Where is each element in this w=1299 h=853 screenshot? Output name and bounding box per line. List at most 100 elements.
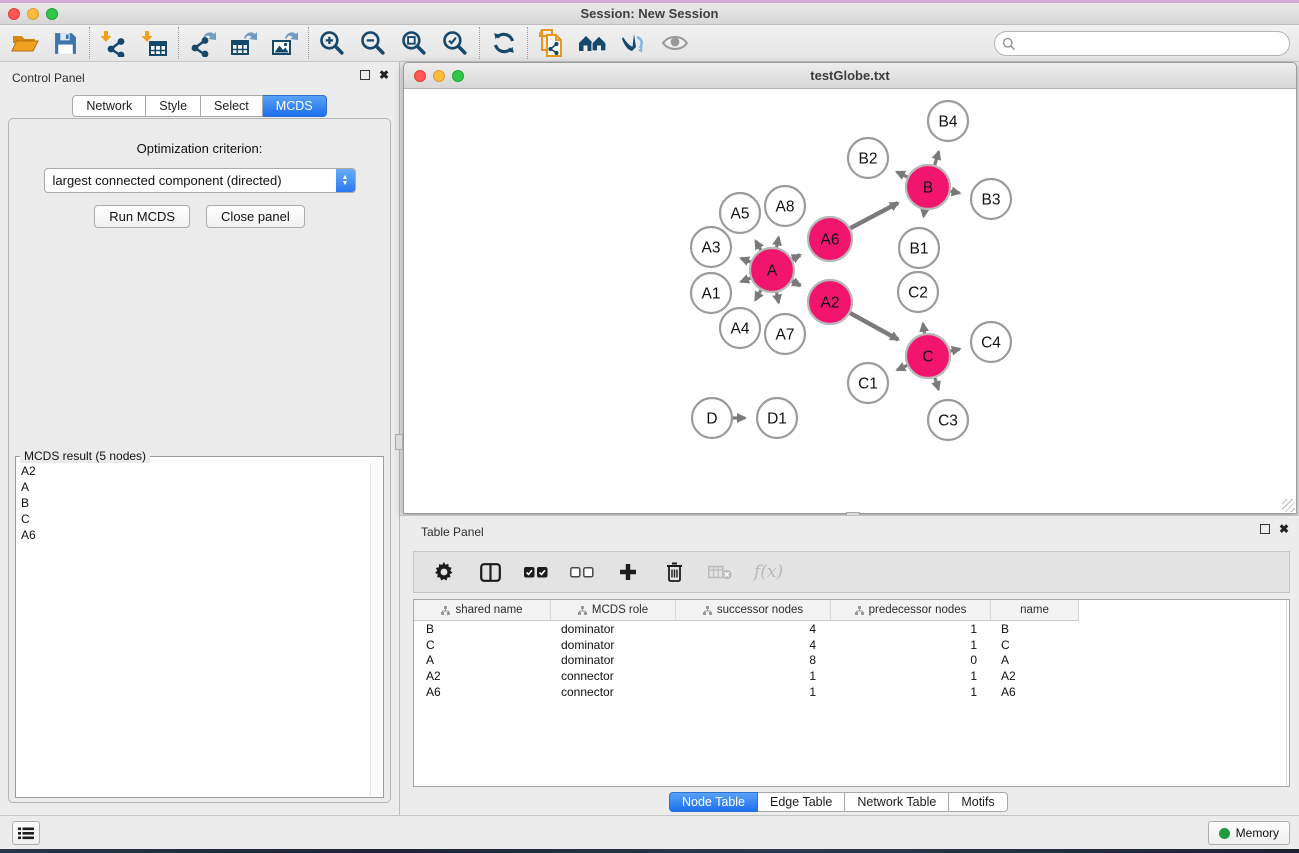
- graph-node-A4[interactable]: A4: [720, 308, 760, 348]
- zoom-selected-button[interactable]: [435, 26, 476, 60]
- duplicate-network-button[interactable]: [531, 26, 572, 60]
- graph-edge[interactable]: [777, 237, 779, 247]
- graph-edge[interactable]: [923, 324, 925, 334]
- mcds-result-item[interactable]: B: [17, 495, 369, 511]
- graph-node-B2[interactable]: B2: [848, 138, 888, 178]
- show-tasks-button[interactable]: [12, 821, 40, 845]
- column-header[interactable]: shared name: [414, 600, 551, 621]
- graph-node-D[interactable]: D: [692, 398, 732, 438]
- table-scrollbar[interactable]: [1286, 600, 1289, 786]
- refresh-button[interactable]: [483, 26, 524, 60]
- tab-motifs[interactable]: Motifs: [949, 792, 1007, 812]
- run-mcds-button[interactable]: Run MCDS: [94, 205, 190, 228]
- column-header[interactable]: name: [991, 600, 1079, 621]
- tab-mcds[interactable]: MCDS: [263, 95, 327, 117]
- select-all-button[interactable]: [524, 559, 548, 585]
- resize-grip-icon[interactable]: [1282, 499, 1295, 512]
- graph-edge[interactable]: [850, 313, 898, 339]
- show-hide-panels-button[interactable]: [613, 26, 654, 60]
- table-row[interactable]: Bdominator41B: [414, 621, 1289, 637]
- graph-node-A7[interactable]: A7: [765, 314, 805, 354]
- optimization-criterion-select[interactable]: largest connected component (directed) ▲…: [44, 168, 356, 193]
- graph-node-A8[interactable]: A8: [765, 186, 805, 226]
- tab-network-table[interactable]: Network Table: [845, 792, 949, 812]
- graph-node-C2[interactable]: C2: [898, 272, 938, 312]
- graph-node-B3[interactable]: B3: [971, 179, 1011, 219]
- zoom-in-button[interactable]: [312, 26, 353, 60]
- graph-node-B[interactable]: B: [906, 165, 950, 209]
- close-panel-button[interactable]: Close panel: [206, 205, 305, 228]
- graph-edge[interactable]: [741, 278, 751, 282]
- show-column-button[interactable]: [478, 559, 502, 585]
- unselect-all-button[interactable]: [570, 559, 594, 585]
- column-header[interactable]: successor nodes: [676, 600, 831, 621]
- eye-button[interactable]: [654, 26, 695, 60]
- tab-edge-table[interactable]: Edge Table: [758, 792, 845, 812]
- graph-node-B4[interactable]: B4: [928, 101, 968, 141]
- graph-edge[interactable]: [755, 290, 760, 300]
- graph-edge[interactable]: [897, 365, 907, 369]
- export-image-button[interactable]: [264, 26, 305, 60]
- float-table-panel-icon[interactable]: [1260, 524, 1270, 534]
- import-network-button[interactable]: [93, 26, 134, 60]
- graph-node-C3[interactable]: C3: [928, 400, 968, 440]
- graph-node-A2[interactable]: A2: [808, 280, 852, 324]
- graph-edge[interactable]: [950, 349, 959, 351]
- graph-edge[interactable]: [935, 152, 939, 165]
- graph-edge[interactable]: [924, 210, 925, 217]
- vertical-splitter-handle[interactable]: [395, 434, 403, 450]
- open-session-button[interactable]: [4, 26, 45, 60]
- graph-edge[interactable]: [850, 203, 898, 228]
- save-session-button[interactable]: [45, 26, 86, 60]
- table-row[interactable]: Cdominator41C: [414, 637, 1289, 653]
- tab-network[interactable]: Network: [72, 95, 146, 117]
- graph-edge[interactable]: [756, 241, 761, 250]
- graph-node-A5[interactable]: A5: [720, 193, 760, 233]
- float-panel-icon[interactable]: [360, 70, 370, 80]
- delete-column-button[interactable]: [662, 559, 686, 585]
- column-header[interactable]: MCDS role: [551, 600, 676, 621]
- export-network-button[interactable]: [182, 26, 223, 60]
- mcds-result-item[interactable]: A: [17, 479, 369, 495]
- delete-table-button[interactable]: [708, 559, 732, 585]
- tab-select[interactable]: Select: [201, 95, 263, 117]
- tab-style[interactable]: Style: [146, 95, 201, 117]
- memory-button[interactable]: Memory: [1208, 821, 1290, 845]
- graph-node-A6[interactable]: A6: [808, 217, 852, 261]
- graph-node-A[interactable]: A: [750, 248, 794, 292]
- graph-edge[interactable]: [935, 378, 939, 390]
- close-table-panel-icon[interactable]: ✖: [1279, 524, 1289, 534]
- zoom-fit-button[interactable]: [394, 26, 435, 60]
- mcds-result-item[interactable]: A2: [17, 463, 369, 479]
- close-panel-icon[interactable]: ✖: [379, 70, 389, 80]
- graph-node-C[interactable]: C: [906, 334, 950, 378]
- add-column-button[interactable]: [616, 559, 640, 585]
- graph-edge[interactable]: [792, 255, 800, 259]
- tab-node-table[interactable]: Node Table: [669, 792, 758, 812]
- graph-edge[interactable]: [792, 281, 800, 285]
- table-row[interactable]: A6connector11A6: [414, 684, 1289, 700]
- search-field[interactable]: [994, 31, 1290, 56]
- graph-node-C1[interactable]: C1: [848, 363, 888, 403]
- graph-node-D1[interactable]: D1: [757, 398, 797, 438]
- mcds-result-scrollbar[interactable]: [370, 463, 383, 796]
- graph-edge[interactable]: [777, 293, 779, 303]
- first-neighbors-button[interactable]: [572, 26, 613, 60]
- graph-node-A1[interactable]: A1: [691, 273, 731, 313]
- graph-node-A3[interactable]: A3: [691, 227, 731, 267]
- import-table-button[interactable]: [134, 26, 175, 60]
- graph-edge[interactable]: [741, 258, 751, 262]
- graph-edge[interactable]: [897, 172, 907, 177]
- network-graph[interactable]: B4B2BB3A8A5A6A3B1AA1C2A2A4A7C4CC1C3DD1: [404, 89, 1296, 513]
- mcds-result-item[interactable]: C: [17, 511, 369, 527]
- table-row[interactable]: Adominator80A: [414, 653, 1289, 669]
- zoom-out-button[interactable]: [353, 26, 394, 60]
- table-row[interactable]: A2connector11A2: [414, 668, 1289, 684]
- mcds-result-item[interactable]: A6: [17, 527, 369, 543]
- graph-edge[interactable]: [951, 191, 960, 193]
- column-header[interactable]: predecessor nodes: [831, 600, 991, 621]
- search-input[interactable]: [1016, 35, 1289, 53]
- export-table-button[interactable]: [223, 26, 264, 60]
- graph-node-B1[interactable]: B1: [899, 228, 939, 268]
- function-builder-button[interactable]: f(x): [754, 559, 783, 585]
